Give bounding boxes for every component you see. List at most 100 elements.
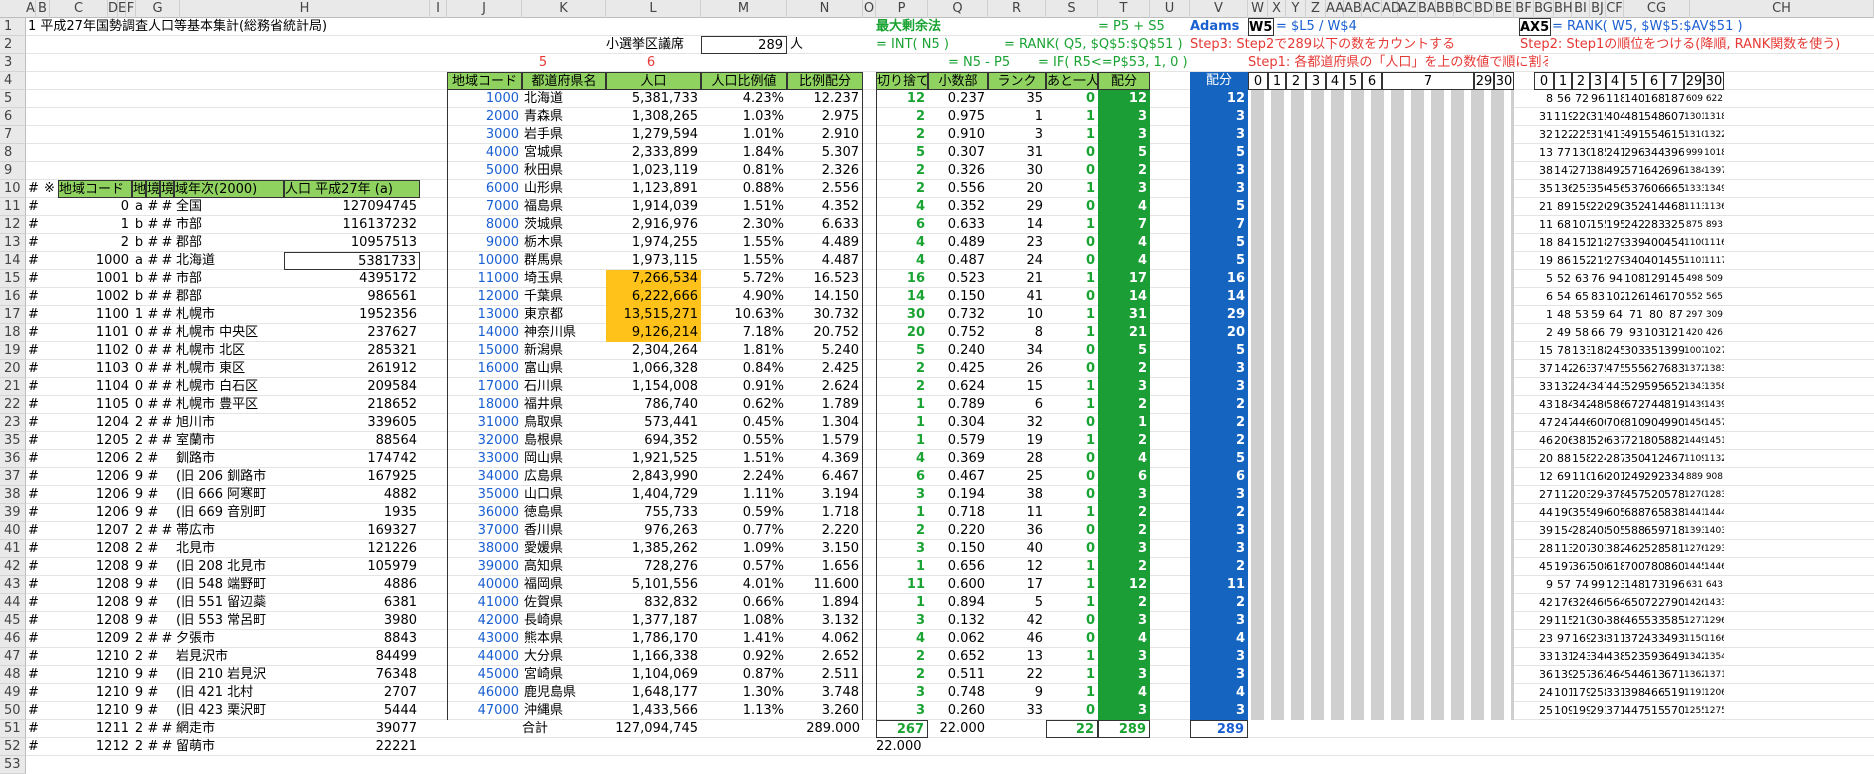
pref-name[interactable]: 茨城県 — [524, 216, 606, 234]
rank-cell[interactable]: 1342 — [1684, 648, 1704, 666]
pref-name[interactable]: 埼玉県 — [524, 270, 606, 288]
left-header-c[interactable]: 境 — [160, 180, 174, 198]
rank-value[interactable]: 30 — [988, 162, 1046, 180]
fraction-value[interactable]: 0.489 — [928, 234, 988, 252]
row-header[interactable]: 4 — [0, 72, 26, 90]
fraction-value[interactable]: 0.240 — [928, 342, 988, 360]
rank-value[interactable]: 5 — [988, 594, 1046, 612]
pop-ratio[interactable]: 4.90% — [701, 288, 787, 306]
rank-cell[interactable]: 136 — [1554, 180, 1572, 198]
rank-cell[interactable]: 145 — [1664, 270, 1684, 288]
floor-value[interactable]: 20 — [876, 324, 928, 342]
rank-cell[interactable]: 159 — [1572, 198, 1590, 216]
quotient-cells[interactable] — [1248, 216, 1514, 234]
fraction-value[interactable]: 0.150 — [928, 540, 988, 558]
proportional-value[interactable]: 5.307 — [787, 144, 863, 162]
rank-cell[interactable]: 112 — [1554, 486, 1572, 504]
rank-cell[interactable]: 52 — [1554, 270, 1572, 288]
rank-value[interactable]: 15 — [988, 378, 1046, 396]
rank-value[interactable]: 42 — [988, 612, 1046, 630]
rank-cell[interactable]: 671 — [1664, 666, 1684, 684]
allocation-value[interactable]: 4 — [1098, 234, 1150, 252]
left-area-name[interactable]: 北見市 — [176, 540, 284, 558]
rank-cell[interactable]: 130 — [1572, 144, 1590, 162]
rank-cell[interactable]: 196 — [1664, 576, 1684, 594]
rank-cell[interactable]: 447 — [1624, 702, 1644, 720]
quotient-cells[interactable] — [1248, 126, 1514, 144]
rank-cell[interactable]: 154 — [1554, 522, 1572, 540]
adams-allocation[interactable]: 12 — [1190, 90, 1248, 108]
rank-divisor-header[interactable]: 1 — [1554, 72, 1572, 90]
rank-cell[interactable]: 1372 — [1684, 360, 1704, 378]
floor-value[interactable]: 2 — [876, 180, 928, 198]
rank-cell[interactable]: 253 — [1572, 180, 1590, 198]
adams-allocation[interactable]: 3 — [1190, 162, 1248, 180]
rank-cell[interactable]: 58 — [1572, 324, 1590, 342]
quotient-cells[interactable] — [1248, 324, 1514, 342]
rank-cell[interactable]: 287 — [1606, 450, 1624, 468]
hdr-one-more[interactable]: あと一人？ — [1046, 72, 1098, 90]
left-area-code[interactable]: 1210 — [58, 648, 132, 666]
rank-cell[interactable]: 339 — [1624, 234, 1644, 252]
rank-value[interactable]: 1 — [988, 108, 1046, 126]
rank-cell[interactable]: 688 — [1624, 504, 1644, 522]
proportional-value[interactable]: 12.237 — [787, 90, 863, 108]
left-area-code[interactable]: 1100 — [58, 306, 132, 324]
quotient-cells[interactable] — [1248, 396, 1514, 414]
rank-cell[interactable]: 565 — [1704, 288, 1724, 306]
area-code[interactable]: 1000 — [447, 90, 522, 108]
rank-cell[interactable]: 1433 — [1704, 594, 1724, 612]
adams-allocation[interactable]: 5 — [1190, 252, 1248, 270]
rank-cell[interactable]: 242 — [1624, 216, 1644, 234]
allocation-value[interactable]: 1 — [1098, 414, 1150, 432]
spreadsheet[interactable]: A B C D E F G H I J K L M N O P Q R S T U V W X Y Z AA AB AC AD AZ BA BB… — [0, 0, 1874, 774]
rank-cell[interactable]: 548 — [1644, 108, 1664, 126]
rank-cell[interactable]: 39 — [1534, 522, 1554, 540]
col-header[interactable]: J — [447, 0, 522, 18]
hdr-rank[interactable]: ランク — [988, 72, 1046, 90]
rank-cell[interactable]: 123 — [1606, 576, 1624, 594]
rank-cell[interactable]: 109 — [1554, 702, 1572, 720]
col-header[interactable]: Q — [928, 0, 988, 18]
rank-cell[interactable]: 2 — [1534, 324, 1554, 342]
rank-cell[interactable]: 69 — [1554, 468, 1572, 486]
col-header[interactable]: R — [988, 0, 1046, 18]
rank-cell[interactable]: 241 — [1606, 144, 1624, 162]
floor-value[interactable]: 30 — [876, 306, 928, 324]
population[interactable]: 1,066,328 — [606, 360, 701, 378]
col-header[interactable]: L — [606, 0, 701, 18]
rank-cell[interactable]: 468 — [1664, 198, 1684, 216]
rank-cell[interactable]: 700 — [1624, 558, 1644, 576]
proportional-value[interactable]: 1.656 — [787, 558, 863, 576]
one-more-flag[interactable]: 1 — [1046, 180, 1098, 198]
quotient-cells[interactable] — [1248, 558, 1514, 576]
floor-value[interactable]: 4 — [876, 630, 928, 648]
pref-name[interactable]: 長崎県 — [524, 612, 606, 630]
pop-ratio[interactable]: 0.55% — [701, 432, 787, 450]
left-area-code[interactable]: 1102 — [58, 342, 132, 360]
adams-allocation[interactable]: 3 — [1190, 486, 1248, 504]
rank-cell[interactable]: 1 — [1534, 306, 1554, 324]
rank-cell[interactable]: 344 — [1644, 144, 1664, 162]
row-header[interactable]: 10 — [0, 180, 26, 198]
left-flag[interactable]: 2 — [132, 522, 146, 540]
rank-cell[interactable]: 77 — [1554, 144, 1572, 162]
left-area-code[interactable]: 1206 — [58, 468, 132, 486]
left-population[interactable]: 2707 — [284, 684, 420, 702]
left-header-code[interactable]: 地域コード — [58, 180, 132, 198]
rank-cell[interactable]: 25 — [1534, 702, 1554, 720]
quotient-cells[interactable] — [1248, 378, 1514, 396]
rank-cell[interactable]: 263 — [1572, 360, 1590, 378]
rank-cell[interactable]: 399 — [1664, 342, 1684, 360]
area-code[interactable]: 40000 — [447, 576, 522, 594]
rank-cell[interactable]: 110 — [1572, 468, 1590, 486]
left-area-code[interactable]: 1206 — [58, 450, 132, 468]
rank-cell[interactable]: 146 — [1644, 288, 1664, 306]
floor-value[interactable]: 2 — [876, 126, 928, 144]
pref-name[interactable]: 大分県 — [524, 648, 606, 666]
quotient-cells[interactable] — [1248, 252, 1514, 270]
rank-cell[interactable]: 606 — [1644, 180, 1664, 198]
rank-cell[interactable]: 238 — [1590, 630, 1606, 648]
rank-cell[interactable]: 642 — [1644, 162, 1664, 180]
rank-cell[interactable]: 1358 — [1704, 378, 1724, 396]
